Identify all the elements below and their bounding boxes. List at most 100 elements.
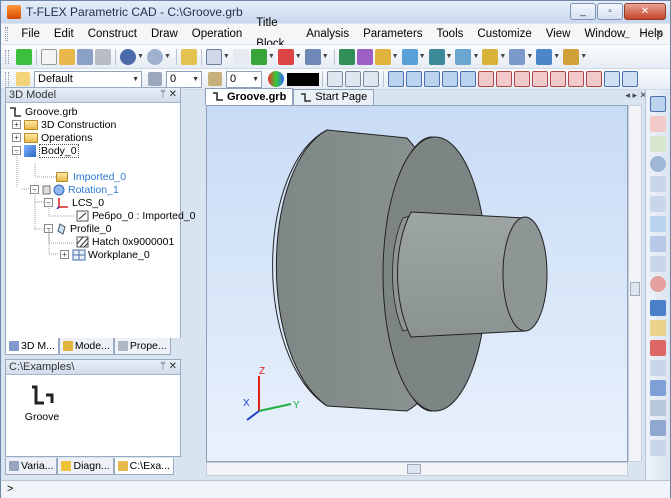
- redo-icon[interactable]: [146, 48, 163, 65]
- menu-parameters[interactable]: Parameters: [356, 24, 429, 45]
- snap-intersection-icon[interactable]: [442, 71, 458, 87]
- perspective-icon[interactable]: [650, 440, 666, 456]
- minimize-button[interactable]: _: [570, 3, 596, 20]
- fillet-icon[interactable]: [428, 48, 445, 65]
- zoom-previous-icon[interactable]: [650, 256, 666, 272]
- zoom-window-icon[interactable]: [650, 176, 666, 192]
- node-icon[interactable]: [250, 48, 267, 65]
- view-toolbar: [645, 90, 670, 482]
- tab-3d-model[interactable]: 3D M...: [5, 338, 59, 355]
- layer-combo[interactable]: Default ▼: [34, 70, 142, 88]
- select-icon[interactable]: [345, 71, 361, 87]
- pattern-icon[interactable]: [482, 48, 499, 65]
- tab-start-page[interactable]: Start Page: [293, 89, 375, 105]
- tab-model-elements[interactable]: Mode...: [58, 338, 114, 355]
- 3d-viewport[interactable]: Z Y X: [206, 105, 628, 462]
- snap-middle-icon[interactable]: [514, 71, 530, 87]
- tab-properties[interactable]: Prope...: [113, 338, 171, 355]
- pin-icon[interactable]: ᛘ: [160, 88, 166, 102]
- tab-examples[interactable]: C:\Exa...: [113, 458, 174, 475]
- tab-variables[interactable]: Varia...: [5, 458, 58, 475]
- undo-icon[interactable]: [120, 48, 136, 65]
- view-orient-icon[interactable]: [650, 300, 666, 316]
- snap-perp-icon[interactable]: [550, 71, 566, 87]
- measure-icon[interactable]: [650, 340, 666, 356]
- rotation-icon[interactable]: [356, 48, 373, 65]
- menu-customize[interactable]: Customize: [470, 24, 538, 45]
- select-icon[interactable]: [650, 96, 666, 112]
- filter-icon[interactable]: [327, 71, 343, 87]
- rotate-view-icon[interactable]: [650, 236, 666, 252]
- tab-nav-buttons[interactable]: ◂ ▸ ✕: [625, 90, 647, 101]
- close-button[interactable]: ✕: [624, 3, 666, 20]
- construction-line-icon[interactable]: [232, 48, 249, 65]
- sheet-metal-icon[interactable]: [563, 48, 580, 65]
- close-icon[interactable]: ✕: [169, 88, 177, 102]
- close-icon[interactable]: ✕: [169, 360, 177, 374]
- mdi-close-icon[interactable]: ✕: [652, 27, 666, 41]
- snap-line-icon[interactable]: [406, 71, 422, 87]
- snap-grid-icon[interactable]: [532, 71, 548, 87]
- boolean-icon[interactable]: [401, 48, 418, 65]
- tab-diagnostics[interactable]: Diagn...: [57, 458, 114, 475]
- print-icon[interactable]: [95, 48, 111, 65]
- open-folder-icon[interactable]: [59, 48, 75, 65]
- snap-end-icon[interactable]: [496, 71, 512, 87]
- color-swatch[interactable]: [287, 72, 319, 86]
- section-icon[interactable]: [509, 48, 526, 65]
- vertical-scrollbar[interactable]: [628, 105, 642, 462]
- snap-quadrant-icon[interactable]: [568, 71, 584, 87]
- color-palette-icon[interactable]: [268, 71, 284, 87]
- snap-circle-icon[interactable]: [424, 71, 440, 87]
- rebuild-icon[interactable]: [650, 116, 666, 132]
- maximize-button[interactable]: ▫: [597, 3, 623, 20]
- dimension-icon[interactable]: [304, 48, 321, 65]
- new-file-icon[interactable]: [41, 48, 57, 65]
- menu-operation[interactable]: Operation: [185, 24, 250, 45]
- check-icon[interactable]: [650, 136, 666, 152]
- menu-analysis[interactable]: Analysis: [299, 24, 356, 45]
- pencil-icon[interactable]: [180, 48, 197, 65]
- hidden-lines-icon[interactable]: [650, 420, 666, 436]
- menu-tools[interactable]: Tools: [430, 24, 471, 45]
- loft-icon[interactable]: [374, 48, 391, 65]
- priority-combo[interactable]: 0 ▼: [226, 70, 262, 88]
- snap-3d-icon[interactable]: [604, 71, 620, 87]
- axis-icon[interactable]: [277, 48, 294, 65]
- extrusion-icon[interactable]: [338, 48, 355, 65]
- wireframe-icon[interactable]: [650, 400, 666, 416]
- chevron-expand-icon[interactable]: [16, 48, 32, 65]
- menu-view[interactable]: View: [539, 24, 578, 45]
- pan-icon[interactable]: [650, 216, 666, 232]
- tab-groove-grb[interactable]: Groove.grb: [205, 88, 294, 105]
- grid-icon[interactable]: [205, 48, 222, 65]
- zoom-all-icon[interactable]: [650, 196, 666, 212]
- level-combo[interactable]: 0 ▼: [166, 70, 202, 88]
- examples-file-item[interactable]: Groove: [22, 384, 62, 423]
- shell-icon[interactable]: [455, 48, 472, 65]
- color-icon[interactable]: [650, 276, 666, 292]
- menu-edit[interactable]: Edit: [47, 24, 81, 45]
- snap-center-icon[interactable]: [478, 71, 494, 87]
- menu-draw[interactable]: Draw: [144, 24, 185, 45]
- save-icon[interactable]: [77, 48, 93, 65]
- pin-icon[interactable]: ᛘ: [160, 360, 166, 374]
- snap-face-icon[interactable]: [622, 71, 638, 87]
- menu-construct[interactable]: Construct: [81, 24, 144, 45]
- zoom-in-icon[interactable]: [650, 156, 666, 172]
- section-view-icon[interactable]: [650, 360, 666, 376]
- folder-icon: [117, 461, 128, 471]
- scroll-thumb[interactable]: [407, 464, 421, 474]
- surface-icon[interactable]: [536, 48, 553, 65]
- snap-node-icon[interactable]: [388, 71, 404, 87]
- layer-manager-icon[interactable]: [363, 71, 379, 87]
- menu-file[interactable]: File: [14, 24, 47, 45]
- snap-parallel-icon[interactable]: [586, 71, 602, 87]
- snap-tangent-icon[interactable]: [460, 71, 476, 87]
- horizontal-scrollbar[interactable]: [206, 462, 628, 476]
- mdi-restore-icon[interactable]: ▫: [636, 27, 650, 41]
- light-icon[interactable]: [650, 320, 666, 336]
- scroll-thumb[interactable]: [630, 282, 640, 296]
- mdi-minimize-icon[interactable]: _: [620, 27, 634, 41]
- shaded-icon[interactable]: [650, 380, 666, 396]
